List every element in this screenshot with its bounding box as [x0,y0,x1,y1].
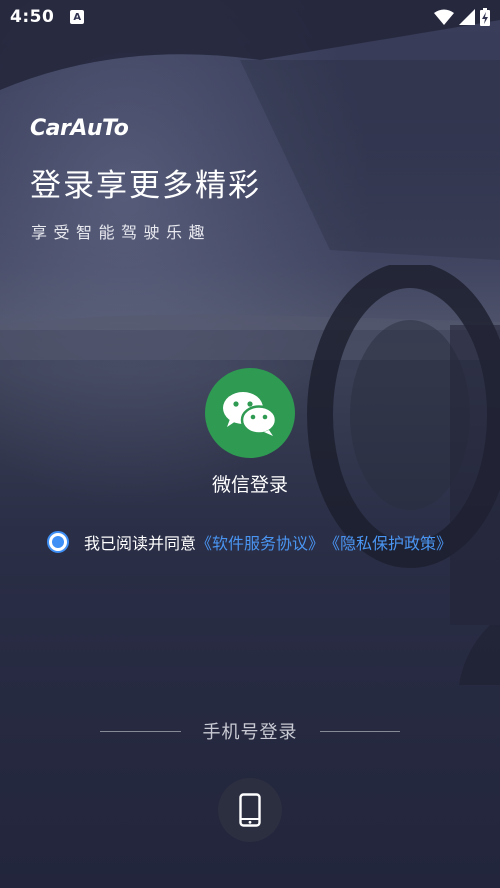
brand-logo: CarAuTo [30,116,129,141]
wechat-login-label[interactable]: 微信登录 [0,470,500,497]
status-bar: 4:50 A [0,0,500,34]
phone-login-button[interactable] [218,778,282,842]
agreement-prefix: 我已阅读并同意 [84,534,197,553]
wifi-icon [434,9,454,25]
software-agreement-link[interactable]: 《软件服务协议》 [196,530,324,554]
page-subtitle: 享受智能驾驶乐趣 [31,223,212,242]
status-icons [434,8,490,26]
wechat-login-button[interactable] [205,368,295,458]
alt-login-divider: 手机号登录 [100,718,400,744]
divider-line-left [100,730,181,732]
signal-icon [459,9,475,25]
wechat-icon [223,392,278,436]
divider-line-right [319,730,400,732]
radio-checked-dot [52,536,64,548]
notification-icon: A [70,10,85,24]
phone-login-label: 手机号登录 [202,722,298,743]
battery-charging-icon [480,8,490,26]
status-time: 4:50 [10,7,55,27]
page-title: 登录享更多精彩 [30,168,261,204]
privacy-policy-link[interactable]: 《隐私保护政策》 [324,530,452,554]
login-screen: 4:50 A CarAuTo 登录享更多精彩 享受智能驾驶乐趣 微信登录 我已阅… [0,0,500,888]
agreement-radio[interactable] [47,531,69,553]
phone-icon [239,793,261,827]
agreement-row: 我已阅读并同意 《软件服务协议》 《隐私保护政策》 [47,530,452,554]
